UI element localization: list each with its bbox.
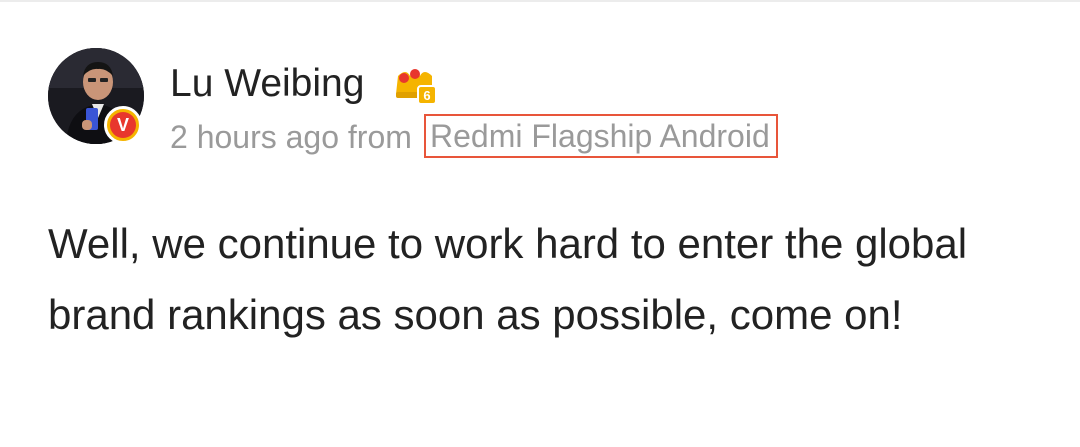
author-avatar[interactable]: V (48, 48, 144, 144)
post-source-link[interactable]: Redmi Flagship Android (424, 114, 778, 158)
post-time: 2 hours ago from (170, 119, 412, 155)
verified-v-icon: V (110, 112, 136, 138)
weibo-post-card: V Lu Weibing 6 2 hours ago from Redmi Fl… (0, 0, 1080, 447)
crown-level-icon[interactable]: 6 (392, 64, 438, 106)
verified-badge: V (104, 106, 142, 144)
post-body: Well, we continue to work hard to enter … (48, 220, 968, 338)
author-name[interactable]: Lu Weibing (170, 60, 364, 108)
crown-level-number: 6 (423, 88, 430, 103)
